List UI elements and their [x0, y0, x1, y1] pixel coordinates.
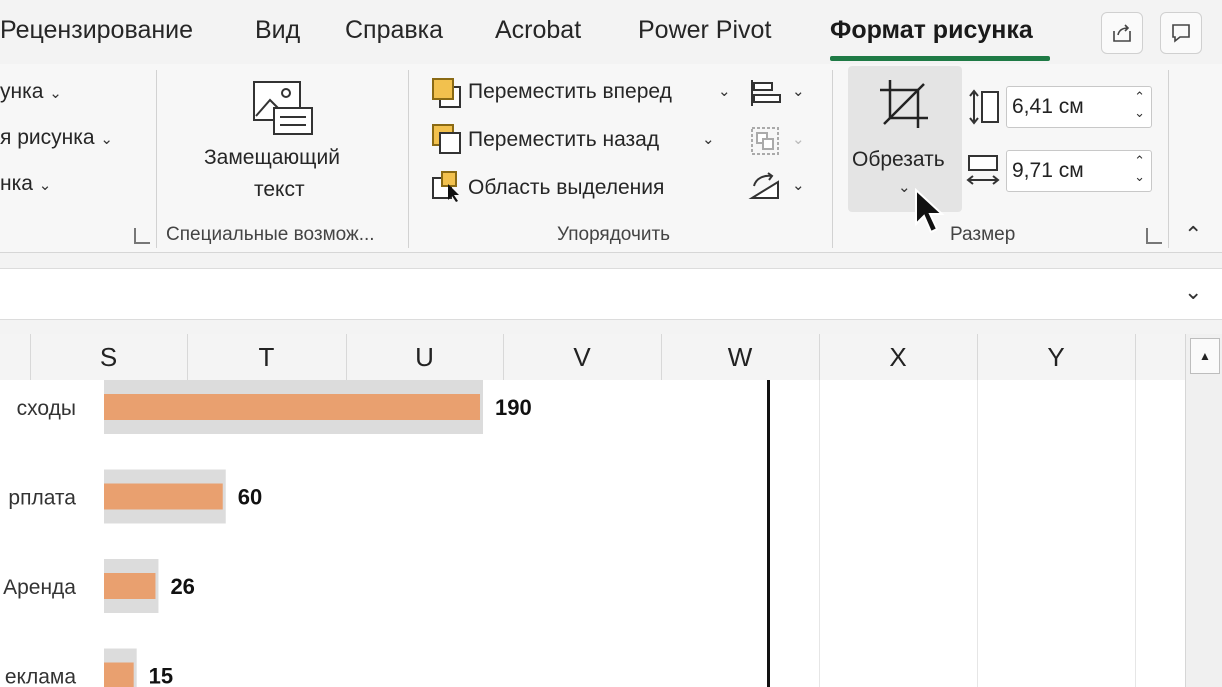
bar-chart[interactable]: 190 сходы 60 рплата 26 Аренда 15 еклама	[0, 380, 770, 687]
tab-review[interactable]: Рецензирование	[0, 16, 193, 45]
shape-height-icon	[969, 89, 999, 125]
bar[interactable]	[104, 662, 134, 687]
alt-text-icon	[253, 81, 313, 135]
arrange-group-label: Упорядочить	[557, 224, 671, 245]
grid-line	[819, 380, 820, 687]
ribbon: унка ⌄ я рисунка ⌄ нка ⌄ Замещающий текс…	[0, 64, 1222, 253]
column-header-partial[interactable]	[0, 334, 31, 380]
column-header-x[interactable]: X	[819, 334, 978, 380]
bar-chart-svg: 190 сходы 60 рплата 26 Аренда 15 еклама	[3, 380, 532, 687]
spin-up-icon[interactable]: ⌃	[1134, 89, 1145, 105]
group-objects-button[interactable]: ⌄	[748, 124, 808, 158]
group-objects-icon	[751, 127, 779, 155]
accessibility-group-label: Специальные возмож...	[166, 224, 375, 245]
column-header-v[interactable]: V	[503, 334, 662, 380]
category-label: сходы	[17, 397, 76, 420]
comments-button[interactable]	[1160, 12, 1202, 54]
alt-text-label-line2: текст	[254, 178, 305, 201]
chevron-down-icon: ⌄	[792, 83, 805, 100]
tab-help[interactable]: Справка	[345, 16, 443, 45]
share-icon	[1113, 24, 1131, 42]
ribbon-tab-bar: Рецензирование Вид Справка Acrobat Power…	[0, 0, 1222, 64]
tab-picture-format[interactable]: Формат рисунка	[830, 16, 1033, 45]
column-header-w[interactable]: W	[661, 334, 820, 380]
group-separator	[156, 70, 157, 248]
align-button[interactable]: ⌄	[748, 78, 808, 108]
column-header-t[interactable]: T	[187, 334, 347, 380]
align-left-icon	[751, 80, 781, 106]
size-launcher-icon[interactable]	[1146, 228, 1162, 244]
vertical-scrollbar[interactable]: ▲	[1185, 334, 1222, 687]
alt-text-label-line1: Замещающий	[204, 146, 340, 169]
picture-style-dropdown-3[interactable]: нка ⌄	[0, 172, 51, 196]
shape-height-input[interactable]: 6,41 см ⌃ ⌄	[1006, 86, 1152, 128]
picture-style-dropdown-1[interactable]: унка ⌄	[0, 80, 62, 104]
formula-bar[interactable]: ⌄	[0, 268, 1222, 320]
comment-icon	[1172, 24, 1190, 43]
selection-pane-icon	[432, 171, 459, 202]
chevron-down-icon: ⌄	[718, 83, 731, 100]
shape-width-input[interactable]: 9,71 см ⌃ ⌄	[1006, 150, 1152, 192]
chevron-down-icon: ⌄	[100, 131, 113, 148]
spin-down-icon[interactable]: ⌄	[1134, 169, 1145, 185]
data-label: 26	[170, 574, 194, 599]
rotate-button[interactable]: ⌄	[748, 170, 808, 204]
tab-view[interactable]: Вид	[255, 16, 300, 45]
category-label: Аренда	[3, 576, 76, 599]
mouse-pointer-icon	[915, 188, 945, 234]
share-button[interactable]	[1101, 12, 1143, 54]
chevron-down-icon: ⌄	[38, 177, 52, 194]
tab-acrobat[interactable]: Acrobat	[495, 16, 581, 45]
rotate-icon	[748, 172, 779, 199]
scroll-up-button[interactable]: ▲	[1190, 338, 1220, 374]
chevron-down-icon: ⌄	[702, 131, 715, 148]
chevron-down-icon: ⌄	[898, 179, 911, 196]
bar[interactable]	[104, 573, 156, 599]
bring-forward-icon	[432, 78, 461, 108]
column-headers: S T U V W X Y	[0, 334, 1222, 381]
column-header-u[interactable]: U	[346, 334, 504, 380]
group-separator	[832, 70, 833, 248]
spin-up-icon[interactable]: ⌃	[1134, 153, 1145, 169]
grid-line	[1135, 380, 1136, 687]
data-label: 190	[495, 395, 532, 420]
collapse-ribbon-icon[interactable]: ⌃	[1184, 222, 1202, 248]
shape-width-icon	[966, 155, 1000, 185]
chevron-down-icon: ⌄	[792, 131, 805, 148]
tab-power-pivot[interactable]: Power Pivot	[638, 16, 771, 45]
crop-label: Обрезать	[852, 148, 945, 171]
chevron-down-icon: ⌄	[49, 85, 62, 102]
crop-icon	[880, 80, 928, 128]
column-header-s[interactable]: S	[30, 334, 188, 380]
expand-formula-bar-icon[interactable]: ⌄	[1184, 279, 1202, 305]
category-label: еклама	[5, 666, 76, 687]
data-label: 60	[238, 485, 262, 510]
spin-down-icon[interactable]: ⌄	[1134, 105, 1145, 121]
alt-text-button[interactable]	[250, 78, 316, 140]
size-group-label: Размер	[950, 224, 1016, 245]
send-backward-icon	[432, 124, 461, 154]
picture-styles-launcher-icon[interactable]	[134, 228, 150, 244]
chevron-down-icon: ⌄	[792, 177, 805, 194]
category-label: рплата	[8, 487, 76, 510]
data-label: 15	[149, 664, 173, 687]
column-header-y[interactable]: Y	[977, 334, 1136, 380]
picture-style-dropdown-2[interactable]: я рисунка ⌄	[0, 126, 113, 150]
active-tab-indicator	[830, 56, 1050, 61]
bar[interactable]	[104, 483, 223, 510]
group-separator	[1168, 70, 1169, 248]
triangle-up-icon: ▲	[1199, 349, 1211, 363]
group-separator	[408, 70, 409, 248]
bar[interactable]	[104, 394, 480, 420]
grid-line	[977, 380, 978, 687]
